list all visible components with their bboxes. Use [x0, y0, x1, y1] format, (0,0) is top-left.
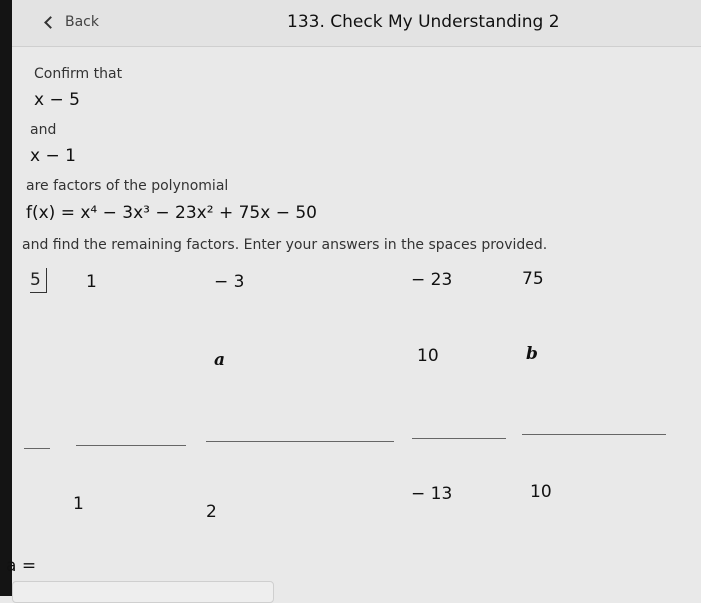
top-bar: Back 133. Check My Understanding 2 [12, 0, 701, 47]
rule-segment-5 [522, 434, 666, 435]
coefficient-3: − 23 [411, 270, 453, 290]
chevron-left-icon [44, 15, 57, 29]
rule-segment-1 [24, 448, 50, 449]
back-button[interactable]: Back [44, 14, 99, 30]
placeholder-a: a [214, 350, 226, 370]
prompt-line2: are factors of the polynomial [26, 178, 229, 194]
factor-expression-2: x − 1 [30, 146, 76, 166]
coefficient-2: − 3 [214, 272, 245, 292]
answer-a-input[interactable] [12, 581, 274, 603]
back-label: Back [65, 14, 99, 30]
answer-a-label: a = [6, 556, 37, 576]
coefficient-4: 75 [522, 269, 544, 289]
placeholder-b: b [526, 344, 538, 364]
product-value: 10 [417, 346, 439, 366]
synthetic-divisor: 5 [30, 268, 47, 293]
rule-segment-3 [206, 441, 394, 442]
rule-segment-4 [412, 438, 506, 439]
result-1: 1 [73, 494, 84, 514]
divisor-value: 5 [30, 270, 41, 290]
coefficient-1: 1 [86, 272, 97, 292]
result-2: 2 [206, 502, 217, 522]
rule-segment-2 [76, 445, 186, 446]
factor-expression-1: x − 5 [34, 90, 80, 110]
prompt-and: and [30, 122, 57, 138]
instruction-text: and find the remaining factors. Enter yo… [22, 237, 548, 253]
result-4: 10 [530, 482, 552, 502]
result-3: − 13 [411, 484, 453, 504]
screen-edge [0, 0, 12, 596]
page-title: 133. Check My Understanding 2 [287, 12, 560, 32]
prompt-line1: Confirm that [34, 66, 123, 82]
polynomial-expression: f(x) = x⁴ − 3x³ − 23x² + 75x − 50 [26, 203, 317, 223]
